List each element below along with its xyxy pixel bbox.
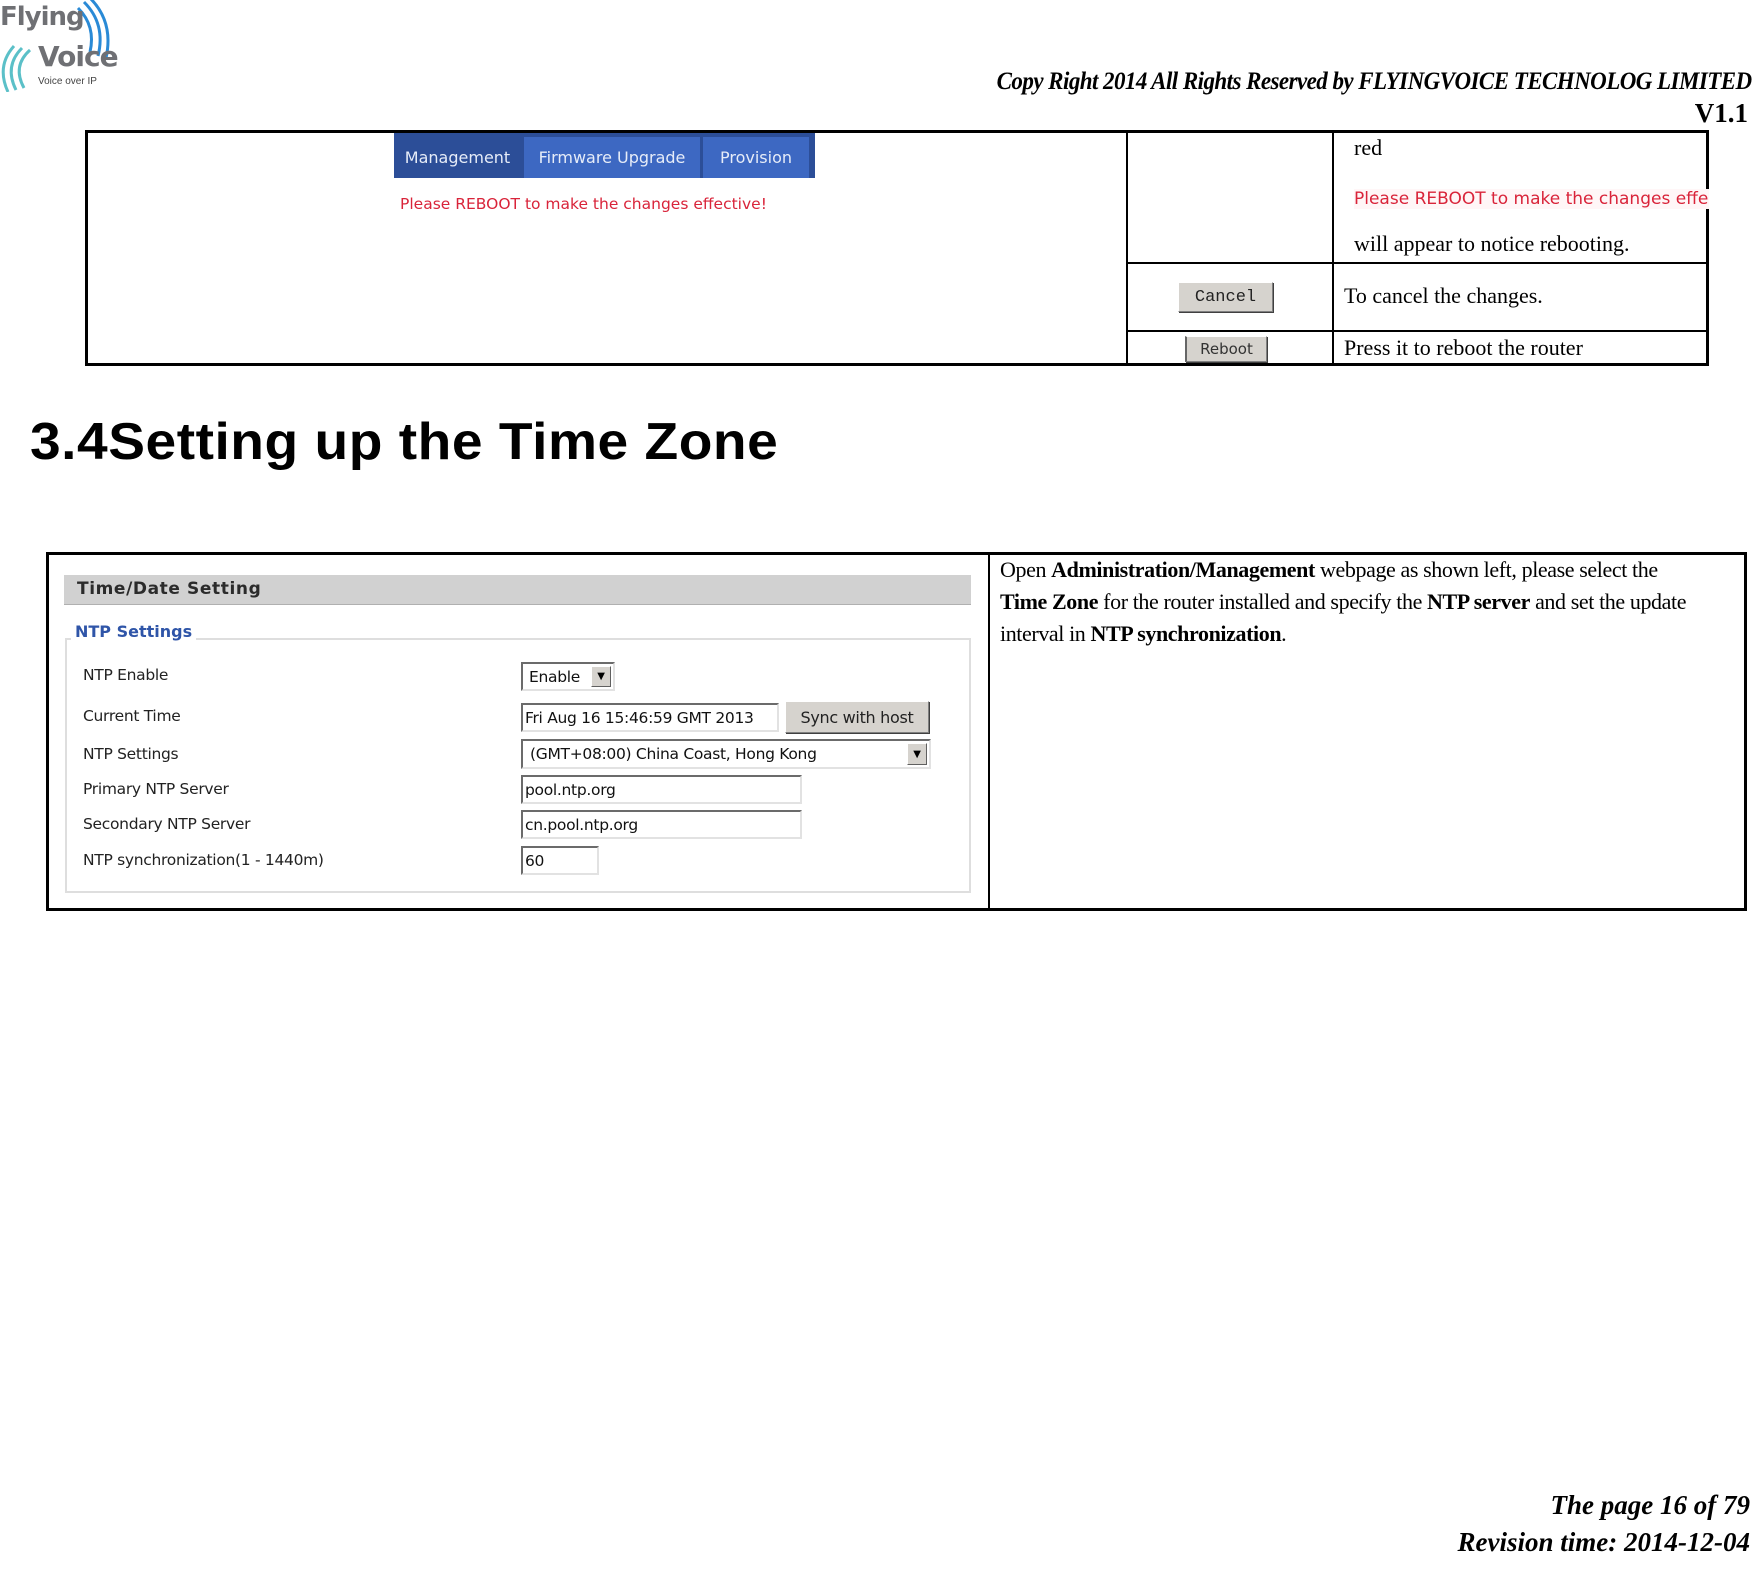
- logo-text-flying: Flying: [0, 2, 85, 32]
- primary-ntp-server-input[interactable]: pool.ntp.org: [521, 775, 802, 804]
- text: for the router installed and specify the: [1098, 589, 1428, 614]
- time-zone-instructions: Open Administration/Management webpage a…: [1000, 554, 1700, 650]
- label-ntp-synchronization: NTP synchronization(1 - 1440m): [83, 851, 324, 869]
- revision-time: Revision time: 2014-12-04: [1457, 1527, 1750, 1557]
- reboot-warning-sample: Please REBOOT to make the changes effect…: [1354, 189, 1709, 209]
- row-description-notice: will appear to notice rebooting.: [1354, 231, 1630, 256]
- page-number: The page 16 of 79: [1550, 1490, 1750, 1520]
- reboot-description: Press it to reboot the router: [1344, 335, 1583, 360]
- ntp-enable-value: Enable: [529, 667, 580, 686]
- cancel-description: To cancel the changes.: [1344, 283, 1543, 308]
- cancel-button[interactable]: Cancel: [1178, 282, 1273, 312]
- chevron-down-icon[interactable]: ▼: [907, 743, 927, 765]
- tab-firmware-upgrade[interactable]: Firmware Upgrade: [524, 137, 700, 178]
- table-divider: [1126, 133, 1128, 363]
- label-secondary-ntp-server: Secondary NTP Server: [83, 815, 251, 833]
- admin-tab-bar: Management Firmware Upgrade Provision: [394, 133, 815, 178]
- copyright-notice: Copy Right 2014 All Rights Reserved by F…: [997, 68, 1752, 95]
- current-time-value: Fri Aug 16 15:46:59 GMT 2013: [525, 708, 754, 727]
- bold-term: NTP server: [1427, 589, 1530, 614]
- label-ntp-enable: NTP Enable: [83, 666, 169, 684]
- bold-term: NTP synchronization: [1090, 621, 1282, 646]
- bold-term: Administration/Management: [1051, 557, 1315, 582]
- sync-with-host-button[interactable]: Sync with host: [785, 701, 929, 733]
- ntp-sync-interval-value: 60: [525, 851, 545, 870]
- secondary-ntp-server-value: cn.pool.ntp.org: [525, 815, 638, 834]
- label-primary-ntp-server: Primary NTP Server: [83, 780, 229, 798]
- timezone-value: (GMT+08:00) China Coast, Hong Kong: [530, 745, 817, 763]
- primary-ntp-server-value: pool.ntp.org: [525, 780, 616, 799]
- section-heading: 3.4Setting up the Time Zone: [30, 413, 779, 471]
- tab-provision[interactable]: Provision: [703, 137, 809, 178]
- table-divider: [1126, 262, 1706, 264]
- chevron-down-icon[interactable]: ▼: [591, 666, 611, 687]
- row-description-red: red: [1354, 135, 1383, 160]
- ntp-settings-legend: NTP Settings: [71, 622, 197, 641]
- reboot-warning-message: Please REBOOT to make the changes effect…: [400, 195, 767, 213]
- flyingvoice-logo: Flying Voice Voice over IP: [0, 0, 119, 92]
- ntp-enable-select[interactable]: Enable ▼: [521, 662, 615, 691]
- ntp-sync-interval-input[interactable]: 60: [521, 846, 599, 875]
- label-ntp-settings: NTP Settings: [83, 745, 179, 763]
- table-divider: [988, 555, 990, 908]
- text: webpage as shown left, please select the: [1314, 557, 1658, 582]
- logo-text-voice: Voice: [38, 40, 119, 73]
- text: .: [1281, 621, 1287, 646]
- reboot-button[interactable]: Reboot: [1185, 336, 1267, 362]
- text: Open: [1000, 557, 1052, 582]
- logo-tagline: Voice over IP: [38, 76, 97, 87]
- tab-management[interactable]: Management: [394, 137, 521, 178]
- current-time-input[interactable]: Fri Aug 16 15:46:59 GMT 2013: [521, 703, 779, 732]
- document-version: V1.1: [1694, 98, 1748, 128]
- bold-term: Time Zone: [1000, 589, 1099, 614]
- secondary-ntp-server-input[interactable]: cn.pool.ntp.org: [521, 810, 802, 839]
- label-current-time: Current Time: [83, 707, 181, 725]
- timezone-select[interactable]: (GMT+08:00) China Coast, Hong Kong ▼: [521, 739, 931, 769]
- table-divider: [1332, 133, 1334, 363]
- panel-title: Time/Date Setting: [64, 575, 971, 605]
- table-divider: [1126, 330, 1706, 332]
